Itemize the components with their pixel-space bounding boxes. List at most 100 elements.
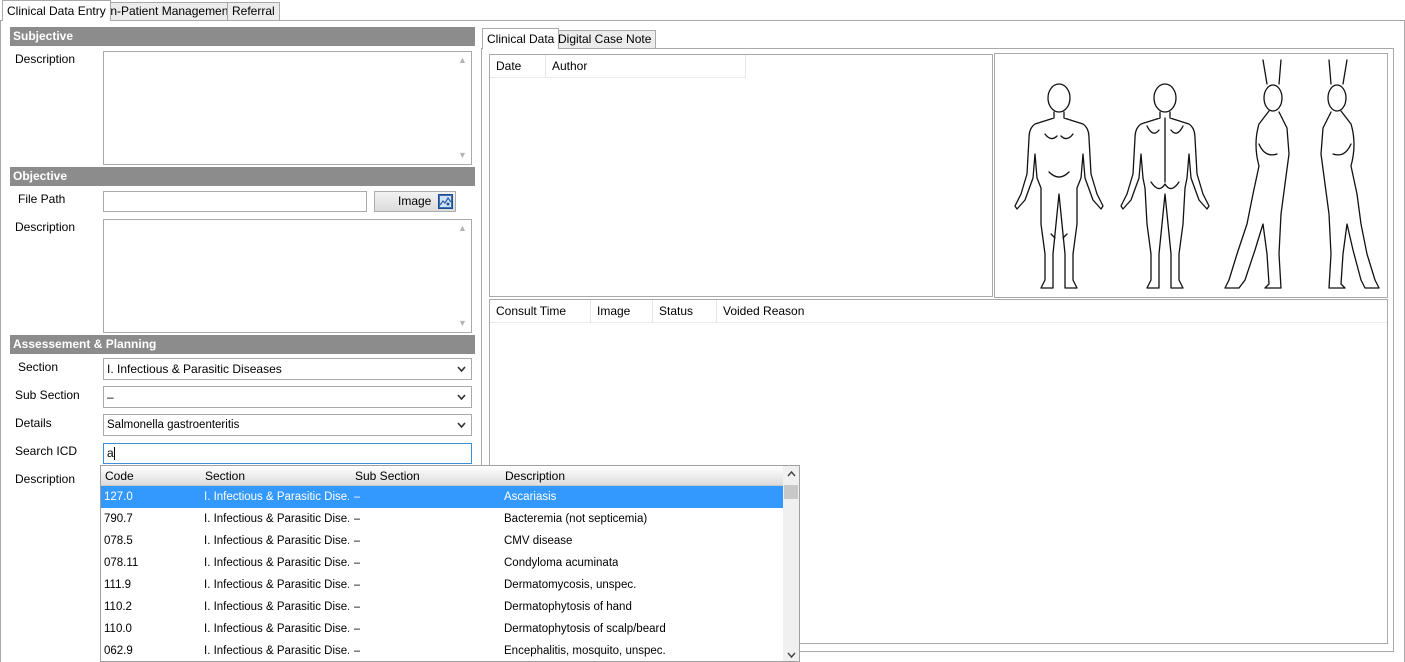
- tab-digital-case-note[interactable]: Digital Case Note: [553, 30, 657, 49]
- icd-sub-section: –: [354, 579, 361, 591]
- column-header-date[interactable]: Date: [490, 55, 546, 78]
- sub-section-select[interactable]: –: [103, 386, 472, 408]
- file-path-input[interactable]: [103, 191, 367, 212]
- chevron-down-icon: [457, 415, 466, 435]
- sub-section-label: Sub Section: [15, 388, 80, 402]
- scroll-thumb[interactable]: [784, 485, 798, 499]
- icd-code: 110.2: [104, 601, 132, 613]
- image-button-label: Image: [398, 194, 432, 208]
- objective-scrollbar[interactable]: ▲ ▼: [454, 220, 471, 332]
- top-tab-bar: Clinical Data Entry In-Patient Managemen…: [0, 0, 1405, 21]
- icd-sub-section: –: [354, 557, 361, 569]
- icd-code: 790.7: [104, 513, 133, 525]
- sub-section-value: –: [107, 390, 114, 404]
- scroll-down-icon[interactable]: ▼: [454, 315, 471, 332]
- clinical-data-grid: Date Author: [489, 54, 993, 297]
- body-figure-icon: [1014, 59, 1380, 289]
- image-button[interactable]: Image: [374, 191, 456, 212]
- icd-description: Dermatophytosis of hand: [504, 601, 632, 613]
- icd-sub-section: –: [354, 645, 361, 657]
- icd-code: 127.0: [104, 491, 133, 503]
- section-value: I. Infectious & Parasitic Diseases: [107, 362, 282, 376]
- subjective-description-label: Description: [15, 52, 76, 66]
- icd-row[interactable]: 078.11 I. Infectious & Parasitic Dise...…: [101, 552, 784, 574]
- objective-description-textarea[interactable]: ▲ ▼: [103, 219, 472, 333]
- icd-sub-section: –: [354, 535, 361, 547]
- scroll-up-icon[interactable]: ▲: [454, 220, 471, 237]
- icd-row[interactable]: 062.9 I. Infectious & Parasitic Dise... …: [101, 640, 784, 661]
- image-icon: [438, 194, 453, 209]
- icd-description: CMV disease: [504, 535, 573, 547]
- scroll-up-icon[interactable]: ▲: [454, 52, 471, 69]
- icd-code: 062.9: [104, 645, 133, 657]
- icd-sub-section: –: [354, 601, 361, 613]
- icd-row[interactable]: 110.0 I. Infectious & Parasitic Dise... …: [101, 618, 784, 640]
- column-header-status[interactable]: Status: [653, 300, 717, 323]
- icd-search-popup[interactable]: Code Section Sub Section Description 127…: [100, 465, 800, 662]
- icd-section: I. Infectious & Parasitic Dise...: [204, 557, 349, 569]
- objective-description-label: Description: [15, 220, 76, 234]
- tab-in-patient-management[interactable]: In-Patient Management: [102, 2, 237, 21]
- search-icd-value: a: [107, 446, 114, 460]
- assessment-description-label: Description: [15, 472, 76, 486]
- section-select[interactable]: I. Infectious & Parasitic Diseases: [103, 358, 472, 380]
- subjective-description-textarea[interactable]: ▲ ▼: [103, 51, 472, 165]
- details-label: Details: [15, 416, 52, 430]
- search-icd-input[interactable]: a: [103, 443, 472, 464]
- subjective-scrollbar[interactable]: ▲ ▼: [454, 52, 471, 164]
- clinical-grid-header: Date Author: [490, 55, 746, 78]
- assessment-header: Assessement & Planning: [10, 335, 475, 354]
- icd-row[interactable]: 127.0 I. Infectious & Parasitic Dise... …: [101, 486, 784, 508]
- column-header-consult-time[interactable]: Consult Time: [490, 300, 591, 323]
- column-header-sub-section[interactable]: Sub Section: [355, 466, 420, 486]
- icd-row[interactable]: 111.9 I. Infectious & Parasitic Dise... …: [101, 574, 784, 596]
- tab-clinical-data-entry[interactable]: Clinical Data Entry: [2, 0, 111, 21]
- icd-sub-section: –: [354, 623, 361, 635]
- body-chart-image[interactable]: [994, 53, 1388, 298]
- icd-description: Condyloma acuminata: [504, 557, 619, 569]
- objective-header: Objective: [10, 167, 475, 186]
- column-header-code[interactable]: Code: [105, 466, 134, 486]
- icd-section: I. Infectious & Parasitic Dise...: [204, 601, 349, 613]
- file-path-label: File Path: [18, 192, 66, 206]
- column-header-description[interactable]: Description: [505, 466, 565, 486]
- icd-row[interactable]: 790.7 I. Infectious & Parasitic Dise... …: [101, 508, 784, 530]
- icd-code: 078.5: [104, 535, 133, 547]
- chevron-down-icon: [457, 387, 466, 407]
- icd-section: I. Infectious & Parasitic Dise...: [204, 645, 349, 657]
- scroll-up-icon[interactable]: [783, 466, 799, 483]
- tab-clinical-data[interactable]: Clinical Data: [482, 28, 560, 49]
- icd-section: I. Infectious & Parasitic Dise...: [204, 535, 349, 547]
- icd-section: I. Infectious & Parasitic Dise...: [204, 623, 349, 635]
- icd-description: Encephalitis, mosquito, unspec.: [504, 645, 666, 657]
- icd-section: I. Infectious & Parasitic Dise...: [204, 491, 349, 503]
- icd-popup-scrollbar[interactable]: [783, 466, 799, 661]
- icd-row[interactable]: 078.5 I. Infectious & Parasitic Dise... …: [101, 530, 784, 552]
- icd-code: 111.9: [104, 579, 132, 591]
- chevron-down-icon: [457, 359, 466, 379]
- consult-grid-header: Consult Time Image Status Voided Reason: [490, 300, 1387, 323]
- icd-row[interactable]: 110.2 I. Infectious & Parasitic Dise... …: [101, 596, 784, 618]
- scroll-down-icon[interactable]: ▼: [454, 147, 471, 164]
- icd-description: Bacteremia (not septicemia): [504, 513, 648, 525]
- text-caret: [113, 447, 115, 461]
- icd-description: Dermatomycosis, unspec.: [504, 579, 637, 591]
- icd-sub-section: –: [354, 491, 361, 503]
- details-value: Salmonella gastroenteritis: [107, 419, 240, 431]
- scroll-down-icon[interactable]: [783, 646, 799, 661]
- icd-sub-section: –: [354, 513, 361, 525]
- icd-code: 110.0: [104, 623, 132, 635]
- tab-referral[interactable]: Referral: [227, 2, 280, 21]
- column-header-author[interactable]: Author: [546, 55, 746, 78]
- details-select[interactable]: Salmonella gastroenteritis: [103, 414, 472, 436]
- section-label: Section: [18, 360, 59, 374]
- icd-description: Ascariasis: [504, 491, 557, 503]
- icd-section: I. Infectious & Parasitic Dise...: [204, 513, 349, 525]
- icd-section: I. Infectious & Parasitic Dise...: [204, 579, 349, 591]
- column-header-section[interactable]: Section: [205, 466, 245, 486]
- column-header-image[interactable]: Image: [591, 300, 653, 323]
- column-header-voided-reason[interactable]: Voided Reason: [717, 300, 1387, 323]
- search-icd-label: Search ICD: [15, 444, 78, 458]
- subjective-header: Subjective: [10, 27, 475, 46]
- icd-code: 078.11: [104, 557, 139, 569]
